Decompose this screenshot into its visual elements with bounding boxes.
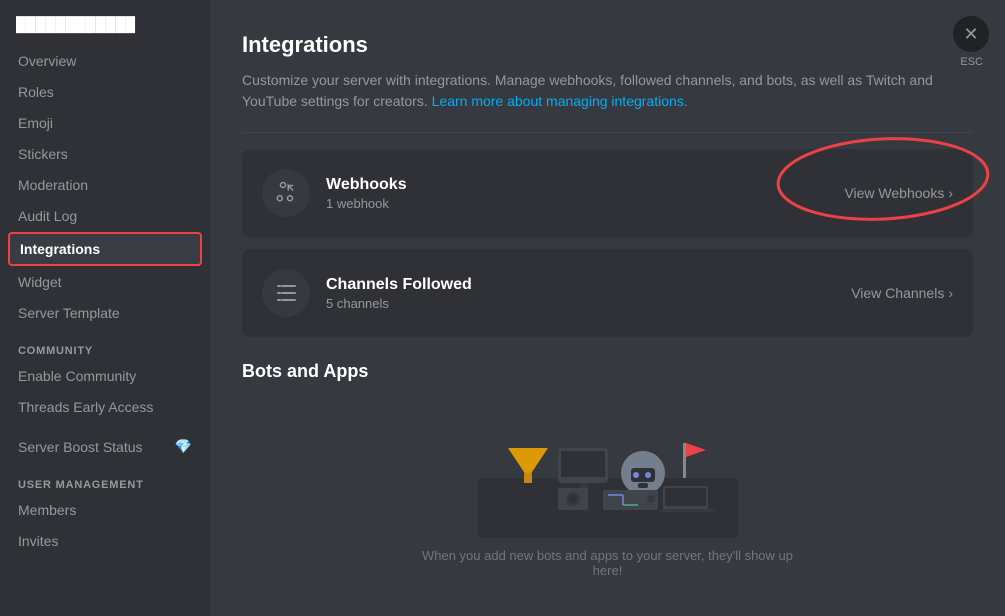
view-channels-action[interactable]: View Channels › [851,285,953,301]
chevron-right-icon: › [948,285,953,301]
sidebar-item-label: Members [18,502,76,518]
sidebar-item-emoji[interactable]: Emoji [8,108,202,138]
channels-icon [262,269,310,317]
sidebar-item-overview[interactable]: Overview [8,46,202,76]
learn-more-link[interactable]: Learn more about managing integrations. [432,93,688,109]
sidebar-item-widget[interactable]: Widget [8,267,202,297]
sidebar-item-stickers[interactable]: Stickers [8,139,202,169]
webhooks-name: Webhooks [326,176,844,194]
webhooks-card[interactable]: Webhooks 1 webhook View Webhooks › [242,149,973,237]
sidebar-item-label: Invites [18,533,58,549]
sidebar-item-members[interactable]: Members [8,495,202,525]
bots-area: When you add new bots and apps to your s… [242,398,973,598]
sidebar-item-server-boost[interactable]: Server Boost Status 💎 [8,431,202,462]
webhooks-info: Webhooks 1 webhook [326,176,844,211]
view-channels-label: View Channels [851,285,944,301]
sidebar-item-invites[interactable]: Invites [8,526,202,556]
esc-label: ESC [960,56,983,68]
user-management-section-label: USER MANAGEMENT [8,463,202,495]
sidebar-item-label: Moderation [18,177,88,193]
view-webhooks-action[interactable]: View Webhooks › [844,185,953,201]
bots-empty-message: When you add new bots and apps to your s… [418,548,798,578]
sidebar-item-roles[interactable]: Roles [8,77,202,107]
sidebar-item-label: Audit Log [18,208,77,224]
channels-info: Channels Followed 5 channels [326,276,851,311]
sidebar-item-enable-community[interactable]: Enable Community [8,361,202,391]
view-webhooks-label: View Webhooks [844,185,944,201]
sidebar-item-label: Threads Early Access [18,399,153,415]
webhooks-icon [262,169,310,217]
sidebar-item-label: Integrations [20,241,100,257]
page-description: Customize your server with integrations.… [242,70,973,112]
boost-icon: 💎 [175,438,192,455]
sidebar-item-moderation[interactable]: Moderation [8,170,202,200]
webhooks-count: 1 webhook [326,196,844,211]
community-section-label: COMMUNITY [8,329,202,361]
channels-count: 5 channels [326,296,851,311]
sidebar-item-integrations[interactable]: Integrations [8,232,202,266]
channels-card[interactable]: Channels Followed 5 channels View Channe… [242,249,973,337]
sidebar-item-label: Widget [18,274,62,290]
sidebar-item-label: Stickers [18,146,68,162]
sidebar-item-threads-early-access[interactable]: Threads Early Access [8,392,202,422]
channels-name: Channels Followed [326,276,851,294]
close-button[interactable]: ✕ [953,16,989,52]
divider [242,132,973,133]
page-title: Integrations [242,32,973,58]
chevron-right-icon: › [948,185,953,201]
main-content: ✕ ESC Integrations Customize your server… [210,0,1005,616]
sidebar-item-label: Server Template [18,305,120,321]
sidebar-item-label: Emoji [18,115,53,131]
sidebar-item-label: Overview [18,53,76,69]
sidebar: ████████████ Overview Roles Emoji Sticke… [0,0,210,616]
server-boost-label: Server Boost Status [18,439,143,455]
sidebar-item-audit-log[interactable]: Audit Log [8,201,202,231]
sidebar-item-server-template[interactable]: Server Template [8,298,202,328]
bots-section-title: Bots and Apps [242,361,973,382]
server-name: ████████████ [8,8,202,40]
sidebar-item-label: Roles [18,84,54,100]
bots-illustration [468,418,748,548]
sidebar-item-label: Enable Community [18,368,136,384]
